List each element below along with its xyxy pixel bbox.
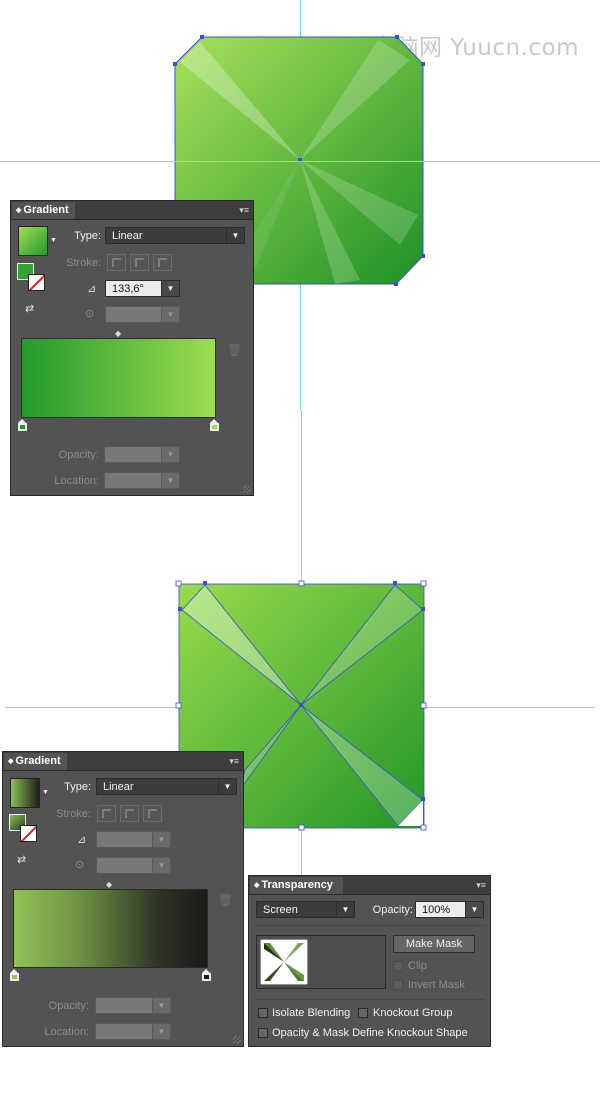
chevron-down-icon[interactable]: ▼ xyxy=(161,281,179,296)
panel-header: ◆ Transparency ▾≡ xyxy=(249,876,490,895)
stroke-within-button[interactable] xyxy=(97,805,116,822)
knockout-group-checkbox[interactable] xyxy=(358,1008,368,1018)
stroke-across-button[interactable] xyxy=(143,805,162,822)
opacity-input[interactable]: ▼ xyxy=(95,997,171,1014)
gradient-stop-right[interactable] xyxy=(202,969,211,981)
type-value: Linear xyxy=(103,781,134,793)
chevron-down-icon[interactable]: ▼ xyxy=(152,998,170,1013)
stroke-along-button[interactable] xyxy=(130,254,149,271)
transparency-tab-label: Transparency xyxy=(261,879,333,891)
isolate-blending-label: Isolate Blending xyxy=(272,1007,351,1019)
angle-input[interactable]: ▼ xyxy=(96,831,171,848)
swatch-dropdown-icon[interactable]: ▼ xyxy=(42,789,49,796)
midpoint-diamond-icon[interactable]: ◆ xyxy=(115,329,121,338)
clip-label: Clip xyxy=(408,960,427,972)
make-mask-button[interactable]: Make Mask xyxy=(393,935,475,953)
stroke-within-button[interactable] xyxy=(107,254,126,271)
divider xyxy=(255,925,485,926)
transparency-tab[interactable]: ◆ Transparency xyxy=(250,877,343,894)
fill-stroke-icon[interactable] xyxy=(17,263,47,293)
gradient-swatch[interactable] xyxy=(18,226,48,256)
midpoint-diamond-icon[interactable]: ◆ xyxy=(106,880,112,889)
chevron-down-icon[interactable]: ▼ xyxy=(226,228,244,243)
thumbnail-preview-icon xyxy=(260,939,308,985)
guide-horizontal-top[interactable] xyxy=(0,161,600,162)
angle-icon: ⊿ xyxy=(87,283,97,295)
stroke-label: Stroke: xyxy=(66,257,101,269)
stroke-label: Stroke: xyxy=(56,808,91,820)
chevron-down-icon[interactable]: ▼ xyxy=(218,779,236,794)
type-value: Linear xyxy=(112,230,143,242)
type-label: Type: xyxy=(64,781,91,793)
chevron-down-icon[interactable]: ▼ xyxy=(161,307,179,322)
location-label: Location: xyxy=(54,475,99,487)
opacity-label: Opacity: xyxy=(48,1000,89,1012)
knockout-group-label: Knockout Group xyxy=(373,1007,453,1019)
angle-icon: ⊿ xyxy=(77,834,87,846)
resize-grip-icon[interactable] xyxy=(233,1036,241,1044)
divider xyxy=(255,999,485,1000)
resize-grip-icon[interactable] xyxy=(243,485,251,493)
transparency-panel: ◆ Transparency ▾≡ Screen ▼ Opacity: 100% … xyxy=(248,875,491,1047)
chevron-down-icon[interactable]: ▼ xyxy=(161,447,179,462)
panel-header: ◆ Gradient ▾≡ xyxy=(3,752,243,771)
opacity-input[interactable]: 100% ▼ xyxy=(415,901,484,918)
location-input[interactable]: ▼ xyxy=(95,1023,171,1040)
reverse-gradient-icon[interactable]: ⇄ xyxy=(25,302,34,315)
chevron-down-icon[interactable]: ▼ xyxy=(336,902,354,917)
opacity-label: Opacity: xyxy=(58,449,99,461)
gradient-stop-right[interactable] xyxy=(210,419,219,431)
stroke-along-button[interactable] xyxy=(120,805,139,822)
trash-icon[interactable]: 🗑 xyxy=(227,343,242,357)
panel-header: ◆ Gradient ▾≡ xyxy=(11,201,253,220)
trash-icon[interactable]: 🗑 xyxy=(218,893,233,907)
gradient-stop-left[interactable] xyxy=(10,969,19,981)
chevron-down-icon[interactable]: ▼ xyxy=(152,1024,170,1039)
gradient-stop-left[interactable] xyxy=(18,419,27,431)
type-label: Type: xyxy=(74,230,101,242)
blend-mode-select[interactable]: Screen ▼ xyxy=(256,901,355,918)
stroke-across-button[interactable] xyxy=(153,254,172,271)
isolate-blending-checkbox[interactable] xyxy=(258,1008,268,1018)
gradient-panel-bottom: ◆ Gradient ▾≡ ▼ Type: Linear ▼ Stroke: ⇄ … xyxy=(2,751,244,1047)
opacity-input[interactable]: ▼ xyxy=(104,446,180,463)
aspect-ratio-icon: ⊙ xyxy=(85,308,95,320)
chevron-down-icon[interactable]: ▼ xyxy=(465,902,483,917)
gradient-ramp[interactable] xyxy=(21,338,216,418)
panel-menu-icon[interactable]: ▾≡ xyxy=(229,754,239,768)
clip-checkbox[interactable] xyxy=(393,961,403,971)
gradient-panel-top: ◆ Gradient ▾≡ ▼ Type: Linear ▼ Stroke: ⇄ … xyxy=(10,200,254,496)
gradient-tab[interactable]: ◆ Gradient xyxy=(12,202,75,219)
blend-mode-value: Screen xyxy=(263,904,298,916)
opacity-label: Opacity: xyxy=(372,904,413,916)
invert-mask-checkbox[interactable] xyxy=(393,980,403,990)
panel-menu-icon[interactable]: ▾≡ xyxy=(239,203,249,217)
object-thumbnail[interactable] xyxy=(256,935,386,989)
angle-value: 133,6° xyxy=(112,283,144,295)
opacity-value: 100% xyxy=(422,904,451,916)
aspect-ratio-input[interactable]: ▼ xyxy=(96,857,171,874)
gradient-tab[interactable]: ◆ Gradient xyxy=(4,753,67,770)
swatch-dropdown-icon[interactable]: ▼ xyxy=(50,237,57,244)
gradient-tab-label: Gradient xyxy=(15,755,61,767)
gradient-swatch[interactable] xyxy=(10,778,40,808)
panel-menu-icon[interactable]: ▾≡ xyxy=(476,878,486,892)
aspect-ratio-icon: ⊙ xyxy=(75,859,85,871)
fill-stroke-icon[interactable] xyxy=(9,814,39,844)
location-input[interactable]: ▼ xyxy=(104,472,180,489)
gradient-ramp[interactable] xyxy=(13,889,208,968)
type-select[interactable]: Linear ▼ xyxy=(105,227,245,244)
opacity-mask-knockout-label: Opacity & Mask Define Knockout Shape xyxy=(272,1027,468,1039)
reverse-gradient-icon[interactable]: ⇄ xyxy=(17,853,26,866)
gradient-tab-label: Gradient xyxy=(23,204,69,216)
angle-input[interactable]: 133,6° ▼ xyxy=(105,280,180,297)
type-select[interactable]: Linear ▼ xyxy=(96,778,237,795)
aspect-ratio-input[interactable]: ▼ xyxy=(105,306,180,323)
chevron-down-icon[interactable]: ▼ xyxy=(152,858,170,873)
location-label: Location: xyxy=(44,1026,89,1038)
invert-mask-label: Invert Mask xyxy=(408,979,465,991)
chevron-down-icon[interactable]: ▼ xyxy=(152,832,170,847)
opacity-mask-knockout-checkbox[interactable] xyxy=(258,1028,268,1038)
chevron-down-icon[interactable]: ▼ xyxy=(161,473,179,488)
